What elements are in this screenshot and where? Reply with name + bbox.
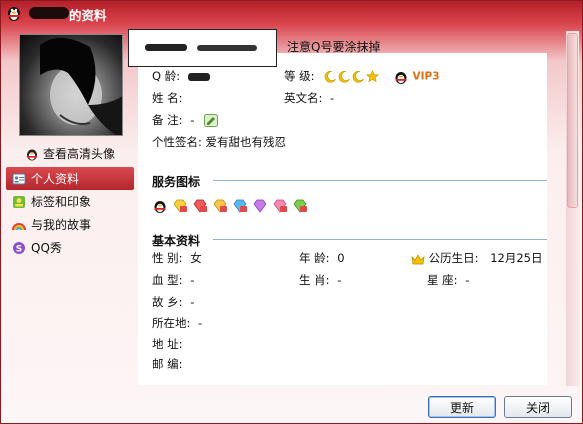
gender-label: 性 别:	[152, 251, 183, 265]
age-label: 年 龄:	[299, 251, 330, 265]
services-section-title: 服务图标	[152, 175, 201, 189]
gender-value: 女	[190, 251, 202, 265]
scrollbar-thumb[interactable]	[567, 33, 578, 208]
yellow-diamond-icon[interactable]	[172, 198, 188, 214]
postcode-row: 邮 编:	[152, 356, 183, 372]
purple-diamond-icon[interactable]	[252, 198, 268, 214]
address-label: 地 址:	[152, 337, 183, 351]
address-row: 地 址:	[152, 336, 183, 352]
edit-remark-icon[interactable]	[204, 114, 218, 127]
star-icon	[366, 70, 380, 83]
redacted-nickname	[145, 44, 187, 51]
svg-text:S: S	[16, 244, 22, 254]
green-diamond-icon[interactable]	[292, 198, 308, 214]
location-label: 所在地:	[152, 316, 191, 330]
qq-show-icon: S	[13, 241, 25, 254]
close-button[interactable]: 关闭	[504, 396, 572, 418]
constellation-row: 星 座: -	[427, 272, 469, 288]
profile-card-icon	[12, 173, 26, 184]
postcode-label: 邮 编:	[152, 357, 183, 371]
profile-content-panel	[138, 53, 547, 385]
blood-type-label: 血 型:	[152, 273, 183, 287]
blood-type-row: 血 型: -	[152, 272, 194, 288]
window-title: 的资料	[69, 8, 107, 23]
service-icons	[152, 198, 308, 214]
sidebar-item-label: 标签和印象	[31, 195, 92, 209]
title-bar[interactable]: 的资料	[1, 1, 582, 25]
sidebar-item-label: QQ秀	[31, 241, 62, 255]
avatar[interactable]	[19, 34, 123, 136]
pink-diamond-icon[interactable]	[272, 198, 288, 214]
remark-value: -	[190, 113, 195, 127]
hd-avatar-icon	[27, 149, 37, 160]
qq-age-label: Q 龄:	[152, 69, 181, 83]
hometown-value: -	[190, 295, 195, 309]
zodiac-row: 生 肖: -	[299, 272, 341, 288]
signature-label: 个性签名:	[152, 135, 202, 149]
view-hd-avatar-link[interactable]: 查看高清头像	[25, 145, 115, 162]
signature-row: 个性签名: 爱有甜也有残忍	[152, 134, 286, 150]
zodiac-value: -	[337, 273, 342, 287]
level-row: 等 级: VIP3	[284, 68, 440, 85]
sidebar-item-profile[interactable]: 个人资料	[6, 167, 134, 190]
qq-penguin-service-icon[interactable]	[152, 198, 168, 214]
hometown-label: 故 乡:	[152, 295, 183, 309]
name-label: 姓 名:	[152, 91, 183, 105]
crown-icon	[411, 253, 425, 264]
moon-icon	[324, 70, 336, 83]
hometown-row: 故 乡: -	[152, 294, 194, 310]
services-divider	[213, 180, 547, 181]
birthday-value: 12月25日	[490, 251, 543, 265]
redaction-note: 注意Q号要涂抹掉	[287, 40, 381, 54]
nickname-box	[128, 29, 277, 67]
vip-badge[interactable]: VIP3	[413, 71, 440, 83]
level-icons	[324, 70, 380, 83]
constellation-value: -	[465, 273, 470, 287]
age-row: 年 龄: 0	[299, 250, 345, 266]
hd-avatar-label: 查看高清头像	[43, 147, 116, 161]
moon-icon	[338, 70, 350, 83]
sidebar-item-tags[interactable]: 标签和印象	[6, 190, 134, 213]
location-value: -	[198, 316, 203, 330]
birthday-row: 公历生日: 12月25日	[411, 250, 542, 266]
redacted-qq-age	[187, 72, 210, 81]
english-name-label: 英文名:	[284, 91, 323, 105]
name-row: 姓 名:	[152, 90, 183, 106]
gender-row: 性 别: 女	[152, 250, 202, 266]
moon-icon	[352, 70, 364, 83]
blue-diamond-icon[interactable]	[232, 198, 248, 214]
blood-type-value: -	[190, 273, 195, 287]
rainbow-icon	[12, 222, 26, 230]
sidebar-item-qq-show[interactable]: S QQ秀	[6, 236, 134, 259]
sidebar-item-label: 与我的故事	[31, 218, 92, 232]
birthday-label: 公历生日:	[428, 251, 479, 265]
signature-value: 爱有甜也有残忍	[205, 135, 287, 149]
remark-label: 备 注:	[152, 113, 183, 127]
basic-info-section-title: 基本资料	[152, 234, 201, 248]
gold-diamond-icon[interactable]	[212, 198, 228, 214]
tag-icon	[13, 195, 25, 208]
location-row: 所在地: -	[152, 315, 202, 331]
level-label: 等 级:	[284, 69, 315, 83]
sidebar-item-label: 个人资料	[31, 172, 80, 186]
basic-info-divider	[213, 239, 547, 240]
refresh-button[interactable]: 更新	[428, 396, 496, 418]
sidebar: 个人资料 标签和印象 与我的故事 S QQ秀	[6, 167, 134, 259]
english-name-value: -	[330, 91, 335, 105]
constellation-label: 星 座:	[427, 273, 458, 287]
zodiac-label: 生 肖:	[299, 273, 330, 287]
sidebar-item-story[interactable]: 与我的故事	[6, 213, 134, 236]
age-value: 0	[337, 251, 345, 265]
scrollbar[interactable]	[566, 31, 579, 386]
vip-penguin-icon	[395, 71, 407, 84]
red-diamond-icon[interactable]	[192, 198, 208, 214]
english-name-row: 英文名: -	[284, 90, 334, 106]
qq-age-row: Q 龄:	[152, 68, 210, 84]
qq-penguin-icon	[8, 7, 20, 21]
profile-window: 的资料 查看高清头像 个人资料 标签和印象 与我的故事 S QQ秀 注意Q号要涂…	[0, 0, 583, 424]
redacted-qq-number	[197, 45, 257, 51]
redacted-username	[29, 7, 69, 19]
remark-row: 备 注: -	[152, 112, 218, 128]
